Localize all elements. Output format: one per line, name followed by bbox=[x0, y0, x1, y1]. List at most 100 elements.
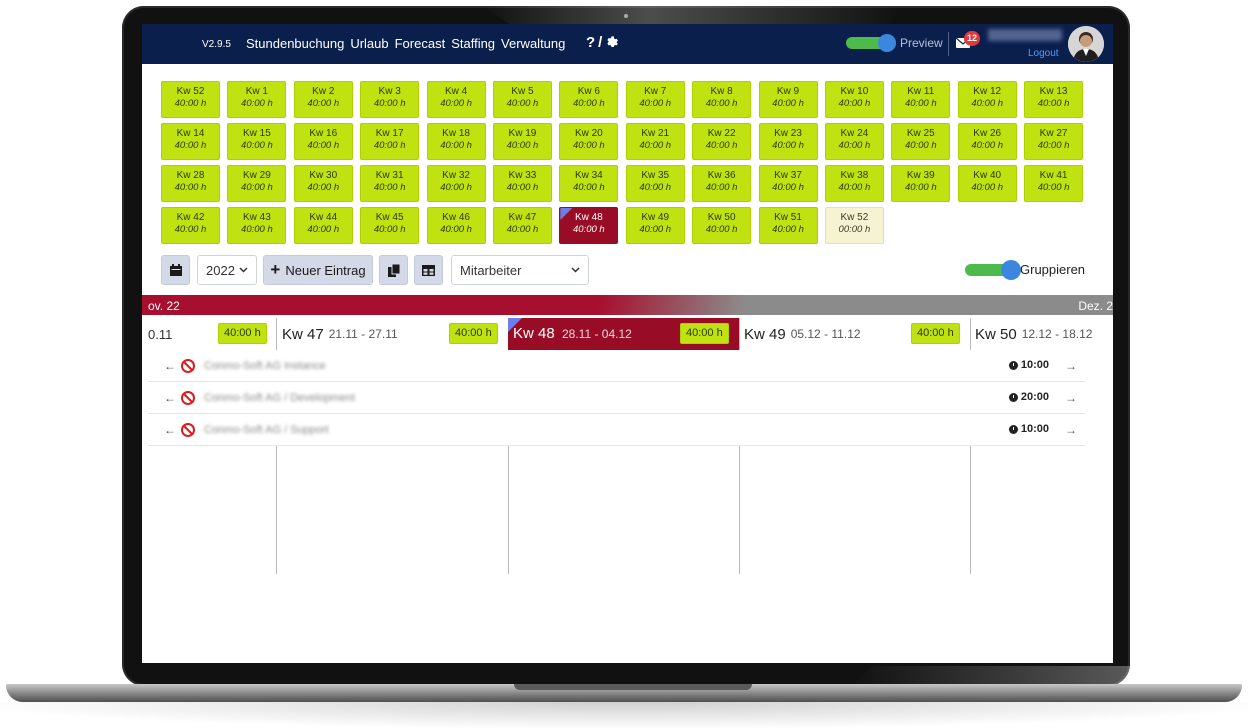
week-label: Kw 52 bbox=[176, 86, 205, 97]
week-button[interactable]: Kw 15 40:00 h bbox=[227, 123, 287, 160]
table-view-button[interactable] bbox=[414, 255, 443, 285]
week-button-current[interactable]: Kw 48 40:00 h bbox=[559, 207, 619, 244]
week-button[interactable]: Kw 49 40:00 h bbox=[625, 207, 685, 244]
week-button[interactable]: Kw 44 40:00 h bbox=[293, 207, 353, 244]
week-button[interactable]: Kw 17 40:00 h bbox=[360, 123, 420, 160]
week-button[interactable]: Kw 21 40:00 h bbox=[625, 123, 685, 160]
week-button[interactable]: Kw 18 40:00 h bbox=[426, 123, 486, 160]
week-button[interactable]: Kw 41 40:00 h bbox=[1024, 165, 1084, 202]
week-button[interactable]: Kw 35 40:00 h bbox=[625, 165, 685, 202]
week-button[interactable]: Kw 52 40:00 h bbox=[161, 81, 220, 118]
help-button[interactable]: ? bbox=[586, 34, 595, 51]
avatar[interactable] bbox=[1068, 26, 1104, 62]
booking-row[interactable]: ← Conmo-Soft AG / Development 20:00 → bbox=[148, 382, 1085, 414]
arrow-left-icon[interactable]: ← bbox=[164, 423, 176, 437]
week-button[interactable]: Kw 11 40:00 h bbox=[891, 81, 951, 118]
week-button[interactable]: Kw 2 40:00 h bbox=[293, 81, 353, 118]
arrow-right-icon[interactable]: → bbox=[1065, 423, 1077, 437]
week-button[interactable]: Kw 24 40:00 h bbox=[824, 123, 884, 160]
week-button[interactable]: Kw 51 40:00 h bbox=[758, 207, 818, 244]
booking-row[interactable]: ← Conmo-Soft AG Instance 10:00 → bbox=[148, 350, 1085, 382]
week-button[interactable]: Kw 36 40:00 h bbox=[692, 165, 752, 202]
week-separator bbox=[276, 318, 277, 350]
week-button[interactable]: Kw 47 40:00 h bbox=[492, 207, 552, 244]
week-label: Kw 48 bbox=[574, 212, 603, 223]
week-button[interactable]: Kw 38 40:00 h bbox=[824, 165, 884, 202]
week-hours: 40:00 h bbox=[904, 182, 937, 193]
week-button[interactable]: Kw 34 40:00 h bbox=[559, 165, 619, 202]
week-button[interactable]: Kw 12 40:00 h bbox=[957, 81, 1017, 118]
gear-icon[interactable] bbox=[605, 36, 619, 49]
preview-toggle[interactable] bbox=[846, 34, 896, 52]
week-button[interactable]: Kw 7 40:00 h bbox=[625, 81, 685, 118]
week-button[interactable]: Kw 28 40:00 h bbox=[161, 165, 220, 202]
week-button[interactable]: Kw 6 40:00 h bbox=[559, 81, 619, 118]
week-button[interactable]: Kw 9 40:00 h bbox=[758, 81, 818, 118]
week-button[interactable]: Kw 3 40:00 h bbox=[360, 81, 420, 118]
arrow-right-icon[interactable]: → bbox=[1065, 359, 1077, 373]
week-button[interactable]: Kw 16 40:00 h bbox=[293, 123, 353, 160]
logout-link[interactable]: Logout bbox=[1028, 48, 1059, 59]
week-button[interactable]: Kw 50 40:00 h bbox=[692, 207, 752, 244]
week-button[interactable]: Kw 10 40:00 h bbox=[824, 81, 884, 118]
week-button[interactable]: Kw 40 40:00 h bbox=[957, 165, 1017, 202]
week-button[interactable]: Kw 27 40:00 h bbox=[1024, 123, 1084, 160]
week-button[interactable]: Kw 31 40:00 h bbox=[360, 165, 420, 202]
week-button[interactable]: Kw 42 40:00 h bbox=[161, 207, 220, 244]
week-label: Kw 49 bbox=[641, 212, 670, 223]
nav-verwaltung[interactable]: Verwaltung bbox=[501, 36, 565, 51]
nav-staffing[interactable]: Staffing bbox=[451, 36, 495, 51]
week-label: Kw 39 bbox=[906, 170, 935, 181]
week-button[interactable]: Kw 26 40:00 h bbox=[957, 123, 1017, 160]
week-button[interactable]: Kw 29 40:00 h bbox=[227, 165, 287, 202]
week-button[interactable]: Kw 14 40:00 h bbox=[161, 123, 220, 160]
week-button[interactable]: Kw 45 40:00 h bbox=[360, 207, 420, 244]
calendar-button[interactable] bbox=[161, 255, 190, 285]
week-label: Kw 24 bbox=[840, 128, 869, 139]
copy-button[interactable] bbox=[379, 255, 408, 285]
arrow-right-icon[interactable]: → bbox=[1065, 391, 1077, 405]
time-value: 20:00 bbox=[1020, 391, 1049, 403]
week-label: Kw 6 bbox=[577, 86, 600, 97]
week-button[interactable]: Kw 13 40:00 h bbox=[1024, 81, 1084, 118]
week-button[interactable]: Kw 22 40:00 h bbox=[692, 123, 752, 160]
week-hours-pill: 40:00 h bbox=[218, 323, 267, 344]
week-hours: 40:00 h bbox=[506, 140, 539, 151]
new-entry-button[interactable]: + Neuer Eintrag bbox=[263, 255, 373, 285]
week-button[interactable]: Kw 23 40:00 h bbox=[758, 123, 818, 160]
week-button[interactable]: Kw 1 40:00 h bbox=[227, 81, 287, 118]
week-range: 0.11 bbox=[148, 326, 173, 342]
week-label: Kw 27 bbox=[1039, 128, 1068, 139]
week-button[interactable]: Kw 25 40:00 h bbox=[891, 123, 951, 160]
nav-stundenbuchung[interactable]: Stundenbuchung bbox=[246, 36, 344, 51]
week-button[interactable]: Kw 19 40:00 h bbox=[492, 123, 552, 160]
week-button[interactable]: Kw 20 40:00 h bbox=[559, 123, 619, 160]
week-label: Kw 50 bbox=[707, 212, 736, 223]
booking-row[interactable]: ← Conmo-Soft AG / Support 10:00 → bbox=[148, 414, 1085, 446]
week-button[interactable]: Kw 33 40:00 h bbox=[492, 165, 552, 202]
week-hours: 00:00 h bbox=[838, 224, 871, 235]
week-button[interactable]: Kw 30 40:00 h bbox=[293, 165, 353, 202]
week-button[interactable]: Kw 39 40:00 h bbox=[891, 165, 951, 202]
week-button[interactable]: Kw 43 40:00 h bbox=[227, 207, 287, 244]
nav-forecast[interactable]: Forecast bbox=[395, 36, 446, 51]
week-label: Kw 47 bbox=[508, 212, 537, 223]
week-hours: 40:00 h bbox=[838, 140, 871, 151]
week-button[interactable]: Kw 37 40:00 h bbox=[758, 165, 818, 202]
week-button-empty[interactable]: Kw 52 00:00 h bbox=[824, 207, 884, 244]
arrow-left-icon[interactable]: ← bbox=[164, 359, 176, 373]
week-hours-pill: 40:00 h bbox=[680, 323, 729, 344]
week-button[interactable]: Kw 32 40:00 h bbox=[426, 165, 486, 202]
week-label: Kw 1 bbox=[245, 86, 268, 97]
week-button[interactable]: Kw 8 40:00 h bbox=[692, 81, 752, 118]
group-toggle[interactable] bbox=[965, 260, 1021, 280]
nav-urlaub[interactable]: Urlaub bbox=[350, 36, 388, 51]
week-button[interactable]: Kw 46 40:00 h bbox=[426, 207, 486, 244]
week-hours: 40:00 h bbox=[572, 182, 605, 193]
week-button[interactable]: Kw 5 40:00 h bbox=[492, 81, 552, 118]
time-value: 10:00 bbox=[1020, 359, 1049, 371]
week-button[interactable]: Kw 4 40:00 h bbox=[426, 81, 486, 118]
year-select[interactable]: 2022 bbox=[197, 255, 257, 285]
filter-select[interactable]: Mitarbeiter bbox=[451, 255, 589, 285]
arrow-left-icon[interactable]: ← bbox=[164, 391, 176, 405]
